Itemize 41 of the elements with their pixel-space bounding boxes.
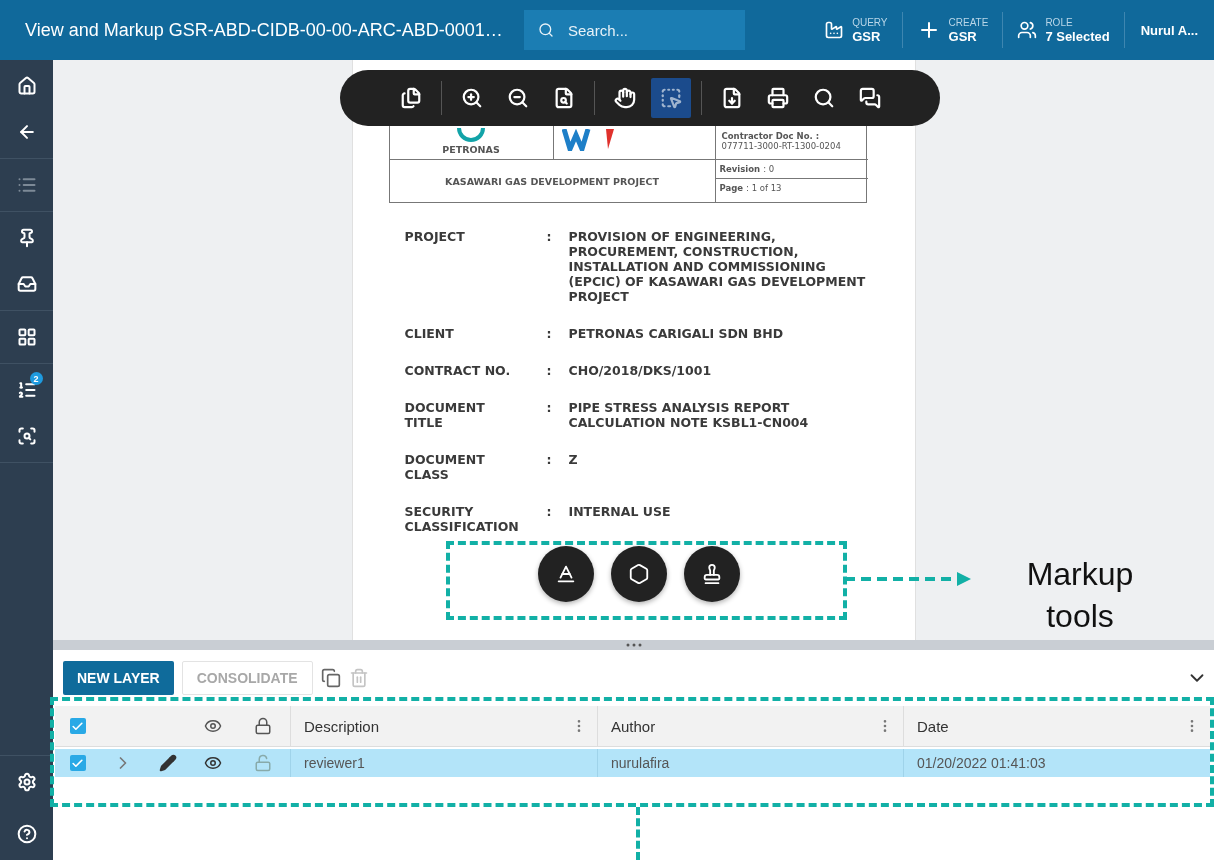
field-value: CHO/2018/DKS/1001: [568, 363, 713, 378]
contractor-label: Contractor Doc No. :: [721, 131, 820, 141]
count-badge: 2: [29, 372, 43, 385]
project-name: KASAWARI GAS DEVELOPMENT PROJECT: [445, 175, 659, 187]
column-header[interactable]: Date: [917, 717, 949, 735]
sidebar-button[interactable]: 2: [8, 372, 45, 408]
revision-label: Revision: [719, 164, 761, 174]
field-colon: :: [546, 400, 552, 417]
column-header[interactable]: Description: [304, 717, 380, 735]
logo-caption: PETRONAS: [442, 144, 500, 155]
table-cell: reviewer1: [290, 749, 597, 777]
contractor-number: 077711-3000-RT-1300-0204: [721, 141, 841, 151]
window-title: View and Markup GSR-ABD-CIDB-00-00-ARC-ABD-0001…: [25, 19, 504, 41]
field-value: PIPE STRESS ANALYSIS REPORT CALCULATION NOTE KSBL1-CN004: [568, 400, 810, 430]
field-colon: :: [546, 326, 552, 341]
field-colon: :: [546, 363, 552, 378]
field-colon: :: [546, 452, 552, 469]
field-label: CONTRACT NO.: [404, 363, 512, 378]
page-label: Page: [719, 183, 744, 193]
user-menu[interactable]: Nurul A...: [1123, 12, 1214, 48]
field-colon: :: [546, 229, 552, 246]
field-label: DOCUMENT CLASS: [404, 452, 486, 482]
callout-label: Markup tools: [1025, 555, 1135, 636]
field-value: PETRONAS CARIGALI SDN BHD: [568, 326, 785, 341]
field-value: INTERNAL USE: [568, 504, 672, 521]
search-field[interactable]: Search...: [524, 10, 745, 50]
column-header[interactable]: Author: [611, 717, 656, 735]
create-action[interactable]: CREATE GSR: [901, 12, 1003, 48]
role-action[interactable]: ROLE 7 Selected: [1002, 12, 1124, 48]
table-cell: 01/20/2022 01:41:03: [903, 749, 1210, 777]
table-cell: nurulafira: [597, 749, 903, 777]
page-value: : 1 of 13: [746, 183, 782, 193]
revision-value: : 0: [763, 164, 775, 174]
field-label: PROJECT: [404, 229, 466, 246]
query-action[interactable]: QUERY GSR: [810, 12, 902, 48]
field-colon: :: [546, 504, 552, 521]
field-label: CLIENT: [404, 326, 455, 341]
field-label: DOCUMENT TITLE: [404, 400, 486, 430]
new-layer-button[interactable]: NEW LAYER: [63, 661, 174, 695]
field-value: PROVISION OF ENGINEERING, PROCUREMENT, CONSTRUCTION, INSTALLATION AND COMMISSIONING (EPCIC) OF KASAWARI GAS DEVELOPMENT PROJECT: [568, 229, 867, 304]
field-value: Z: [568, 452, 579, 469]
